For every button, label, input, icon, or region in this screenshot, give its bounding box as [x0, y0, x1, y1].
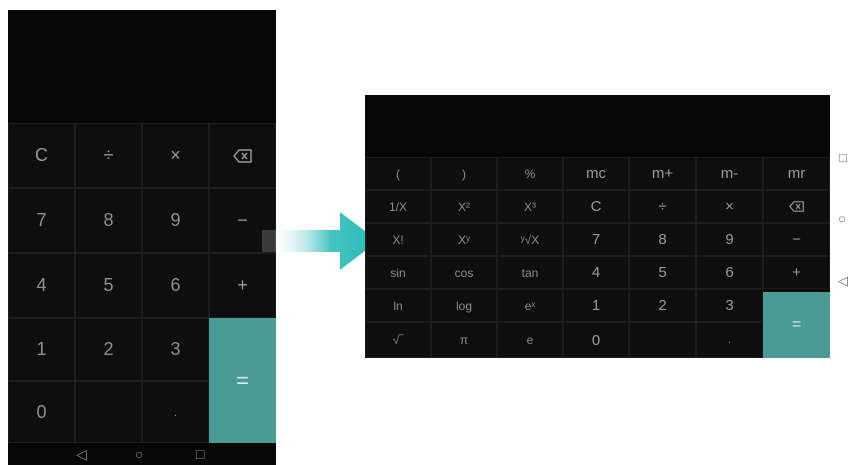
memory-clear-button[interactable]: mc	[563, 157, 629, 190]
multiply-button[interactable]: ×	[696, 190, 763, 223]
pi-button[interactable]: π	[431, 322, 497, 358]
cube-button[interactable]: X³	[497, 190, 563, 223]
decimal-point-button[interactable]: .	[696, 322, 763, 358]
digit-3-button[interactable]: 3	[142, 318, 209, 381]
backspace-icon	[232, 148, 252, 163]
back-nav-icon[interactable]: ◁	[838, 274, 848, 287]
digit-7-button[interactable]: 7	[563, 223, 629, 256]
exp-button[interactable]: eˣ	[497, 289, 563, 322]
sine-button[interactable]: sin	[365, 256, 431, 289]
tangent-button[interactable]: tan	[497, 256, 563, 289]
recents-nav-icon[interactable]: □	[196, 447, 204, 461]
nth-root-button[interactable]: ʸ√X	[497, 223, 563, 256]
memory-plus-button[interactable]: m+	[629, 157, 696, 190]
decimal-point-button[interactable]: .	[142, 381, 209, 443]
digit-8-button[interactable]: 8	[75, 188, 142, 253]
backspace-button[interactable]	[763, 190, 830, 223]
reciprocal-button[interactable]: 1/X	[365, 190, 431, 223]
divide-button[interactable]: ÷	[629, 190, 696, 223]
open-paren-button[interactable]: (	[365, 157, 431, 190]
digit-7-button[interactable]: 7	[8, 188, 75, 253]
landscape-calculator-screen: ( ) % mc m+ m- mr 1/X X² X³ C ÷ × X! Xʸ …	[365, 95, 830, 358]
euler-button[interactable]: e	[497, 322, 563, 358]
backspace-button[interactable]	[209, 123, 276, 188]
cosine-button[interactable]: cos	[431, 256, 497, 289]
digit-4-button[interactable]: 4	[8, 253, 75, 318]
log-button[interactable]: log	[431, 289, 497, 322]
clear-button[interactable]: C	[8, 123, 75, 188]
digit-5-button[interactable]: 5	[629, 256, 696, 289]
digit-0-button[interactable]: 0	[563, 322, 629, 358]
percent-button[interactable]: %	[497, 157, 563, 190]
landscape-display	[365, 95, 830, 157]
digit-4-button[interactable]: 4	[563, 256, 629, 289]
natural-log-button[interactable]: ln	[365, 289, 431, 322]
portrait-display	[8, 10, 276, 123]
square-root-button[interactable]: √‾	[365, 322, 431, 358]
clear-button[interactable]: C	[563, 190, 629, 223]
digit-8-button[interactable]: 8	[629, 223, 696, 256]
digit-6-button[interactable]: 6	[142, 253, 209, 318]
digit-3-button[interactable]: 3	[696, 289, 763, 322]
navigation-bar: ◁ ○ □	[8, 443, 276, 465]
empty-key	[75, 381, 142, 443]
multiply-button[interactable]: ×	[142, 123, 209, 188]
plus-button[interactable]: +	[763, 256, 830, 289]
digit-5-button[interactable]: 5	[75, 253, 142, 318]
digit-2-button[interactable]: 2	[75, 318, 142, 381]
digit-1-button[interactable]: 1	[8, 318, 75, 381]
digit-6-button[interactable]: 6	[696, 256, 763, 289]
power-button[interactable]: Xʸ	[431, 223, 497, 256]
home-nav-icon[interactable]: ○	[135, 447, 143, 461]
minus-button[interactable]: −	[763, 223, 830, 256]
divide-button[interactable]: ÷	[75, 123, 142, 188]
rotate-arrow-icon	[262, 212, 378, 270]
digit-9-button[interactable]: 9	[696, 223, 763, 256]
equals-button[interactable]: =	[763, 292, 830, 358]
digit-9-button[interactable]: 9	[142, 188, 209, 253]
digit-0-button[interactable]: 0	[8, 381, 75, 443]
close-paren-button[interactable]: )	[431, 157, 497, 190]
memory-minus-button[interactable]: m-	[696, 157, 763, 190]
portrait-calculator-screen: C ÷ × 7 8 9 − 4 5 6 + 1 2 3 0 . = ◁ ○ □	[8, 10, 276, 465]
square-button[interactable]: X²	[431, 190, 497, 223]
memory-recall-button[interactable]: mr	[763, 157, 830, 190]
back-nav-icon[interactable]: ◁	[76, 447, 87, 461]
backspace-icon	[788, 201, 804, 212]
digit-2-button[interactable]: 2	[629, 289, 696, 322]
home-nav-icon[interactable]: ○	[838, 212, 846, 225]
equals-button[interactable]: =	[209, 318, 276, 443]
empty-key	[629, 322, 696, 358]
recents-nav-icon[interactable]: □	[839, 151, 847, 164]
digit-1-button[interactable]: 1	[563, 289, 629, 322]
factorial-button[interactable]: X!	[365, 223, 431, 256]
